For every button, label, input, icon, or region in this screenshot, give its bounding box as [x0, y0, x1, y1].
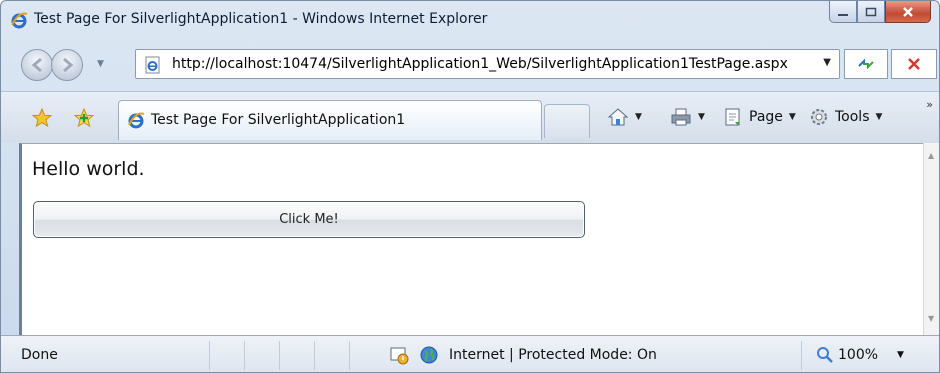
- address-dropdown-icon[interactable]: ▼: [823, 57, 831, 68]
- scroll-up-icon[interactable]: ▲: [928, 151, 934, 160]
- stop-button[interactable]: [891, 49, 937, 79]
- new-tab-button[interactable]: [544, 104, 590, 138]
- vertical-scrollbar[interactable]: ▲ ▼: [923, 143, 939, 335]
- close-icon: [903, 6, 913, 17]
- minimize-icon: [838, 13, 848, 16]
- home-button[interactable]: ▼: [607, 105, 642, 129]
- minimize-button[interactable]: [829, 1, 857, 23]
- page-menu-button[interactable]: Page ▼: [723, 105, 796, 129]
- page-icon: [725, 108, 740, 126]
- ie-page-icon: [144, 56, 162, 74]
- click-me-button[interactable]: Click Me!: [33, 201, 585, 238]
- close-button[interactable]: [885, 1, 931, 23]
- more-commands-chevron-icon[interactable]: »: [926, 98, 933, 111]
- home-icon: [607, 108, 629, 126]
- scroll-down-icon[interactable]: ▼: [928, 314, 934, 323]
- zoom-control[interactable]: 100%: [816, 346, 878, 364]
- status-text: Done: [21, 347, 58, 363]
- page-menu-label: Page: [749, 109, 783, 125]
- maximize-icon: [865, 7, 877, 16]
- globe-icon[interactable]: [419, 345, 439, 365]
- title-bar: Test Page For SilverlightApplication1 - …: [1, 1, 939, 41]
- browser-window: Test Page For SilverlightApplication1 - …: [0, 0, 940, 373]
- stop-icon: [908, 58, 920, 70]
- status-divider: [279, 341, 280, 370]
- url-text[interactable]: http://localhost:10474/SilverlightApplic…: [172, 56, 788, 72]
- zoom-level: 100%: [838, 347, 879, 363]
- forward-arrow-icon: [63, 57, 74, 73]
- add-favorite-icon[interactable]: [73, 107, 95, 129]
- window-title: Test Page For SilverlightApplication1 - …: [34, 11, 488, 27]
- favorites-star-icon[interactable]: [31, 107, 53, 129]
- status-divider: [209, 341, 210, 370]
- back-arrow-icon: [31, 57, 42, 73]
- address-bar[interactable]: http://localhost:10474/SilverlightApplic…: [135, 49, 840, 79]
- status-bar: Done Internet | Protected Mode: On 100% …: [1, 335, 939, 372]
- status-divider: [801, 341, 802, 370]
- maximize-button[interactable]: [857, 1, 885, 23]
- status-divider: [349, 341, 350, 370]
- status-divider: [244, 341, 245, 370]
- tools-menu-label: Tools: [835, 109, 870, 125]
- refresh-icon: [858, 58, 874, 70]
- print-button[interactable]: ▼: [670, 105, 705, 129]
- hello-text: Hello world.: [32, 158, 145, 180]
- page-content: Hello world. Click Me!: [19, 143, 923, 335]
- security-zone-text[interactable]: Internet | Protected Mode: On: [449, 347, 657, 363]
- ie-logo-icon: [127, 111, 145, 129]
- page-dropdown-icon: ▼: [788, 112, 796, 122]
- home-dropdown-icon[interactable]: ▼: [635, 112, 642, 122]
- status-divider: [314, 341, 315, 370]
- ie-logo-icon: [10, 11, 28, 29]
- tools-menu-button[interactable]: Tools ▼: [809, 105, 882, 129]
- history-dropdown-icon[interactable]: ▼: [97, 59, 104, 69]
- gear-icon: [811, 109, 827, 125]
- forward-button[interactable]: [51, 49, 83, 81]
- tab-active[interactable]: Test Page For SilverlightApplication1: [118, 100, 542, 140]
- navigation-bar: ▼ http://localhost:10474/SilverlightAppl…: [1, 43, 939, 87]
- print-dropdown-icon[interactable]: ▼: [698, 112, 705, 122]
- back-button[interactable]: [21, 49, 53, 81]
- refresh-button[interactable]: [844, 49, 888, 79]
- popup-blocker-icon[interactable]: [389, 345, 409, 365]
- tab-label: Test Page For SilverlightApplication1: [151, 112, 406, 128]
- zoom-dropdown-icon[interactable]: ▼: [897, 350, 904, 360]
- tools-dropdown-icon: ▼: [875, 112, 883, 122]
- magnifier-icon: [817, 347, 833, 363]
- tab-bar: Test Page For SilverlightApplication1 ▼ …: [1, 91, 939, 143]
- caption-buttons: [829, 1, 931, 23]
- print-icon: [671, 108, 691, 126]
